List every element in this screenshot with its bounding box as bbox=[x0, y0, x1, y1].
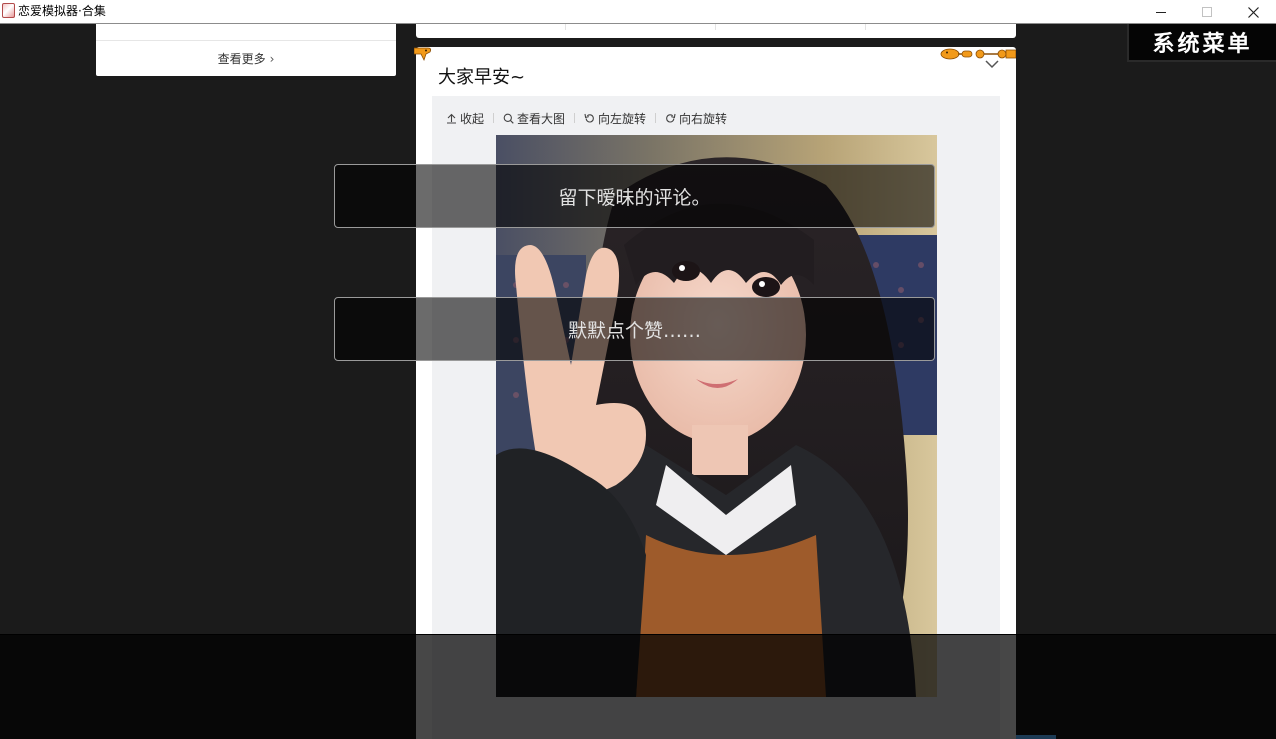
bottom-accent bbox=[1016, 735, 1056, 739]
toolbar-separator bbox=[493, 113, 495, 123]
rotate-left-icon bbox=[584, 113, 594, 123]
minimize-icon bbox=[1156, 11, 1166, 13]
maximize-icon bbox=[1202, 7, 1212, 17]
card-corner-decoration-icon bbox=[414, 47, 432, 62]
minimize-button[interactable] bbox=[1138, 0, 1184, 24]
close-icon bbox=[1247, 6, 1259, 18]
window-title: 恋爱模拟器·合集 bbox=[18, 4, 106, 18]
collapse-label: 收起 bbox=[460, 111, 485, 126]
chevron-down-icon[interactable] bbox=[984, 57, 1000, 71]
collapse-button[interactable]: 收起 bbox=[446, 110, 484, 127]
rotate-right-icon bbox=[666, 113, 676, 123]
media-toolbar: 收起 查看大图 向左旋转 向右旋转 bbox=[446, 110, 727, 126]
choice-label: 留下暧昧的评论。 bbox=[558, 186, 711, 209]
window-titlebar: 恋爱模拟器·合集 bbox=[0, 0, 1276, 24]
maximize-button[interactable] bbox=[1184, 0, 1230, 24]
dialogue-band bbox=[0, 634, 1276, 739]
choice-label: 默默点个赞…… bbox=[567, 319, 701, 342]
feed-tab-strip bbox=[416, 24, 1016, 38]
chevron-right-icon: › bbox=[269, 52, 275, 66]
system-menu-button[interactable]: 系统菜单 bbox=[1127, 24, 1276, 62]
left-panel-card: 查看更多 › bbox=[96, 24, 396, 76]
rotate-left-button[interactable]: 向左旋转 bbox=[584, 110, 646, 127]
tab-separator bbox=[715, 24, 716, 30]
tab-separator bbox=[565, 24, 566, 30]
choice-option[interactable]: 留下暧昧的评论。 bbox=[334, 164, 935, 228]
view-large-button[interactable]: 查看大图 bbox=[503, 110, 565, 127]
system-menu-label: 系统菜单 bbox=[1152, 32, 1253, 57]
card-corner-decoration-icon bbox=[940, 48, 1016, 60]
view-more-label: 查看更多 bbox=[217, 52, 266, 66]
rotate-right-label: 向右旋转 bbox=[679, 111, 728, 126]
app-icon bbox=[2, 3, 15, 18]
post-text: 大家早安~ bbox=[438, 67, 526, 88]
rotate-right-button[interactable]: 向右旋转 bbox=[665, 110, 727, 127]
tab-separator bbox=[865, 24, 866, 30]
close-button[interactable] bbox=[1230, 0, 1276, 24]
choice-option[interactable]: 默默点个赞…… bbox=[334, 297, 935, 361]
view-more-link[interactable]: 查看更多 › bbox=[96, 50, 396, 67]
toolbar-separator bbox=[655, 113, 657, 123]
rotate-left-label: 向左旋转 bbox=[598, 111, 647, 126]
magnifier-icon bbox=[503, 113, 514, 124]
toolbar-separator bbox=[574, 113, 576, 123]
divider bbox=[96, 40, 396, 41]
arrow-up-icon bbox=[447, 113, 456, 124]
view-large-label: 查看大图 bbox=[517, 111, 566, 126]
